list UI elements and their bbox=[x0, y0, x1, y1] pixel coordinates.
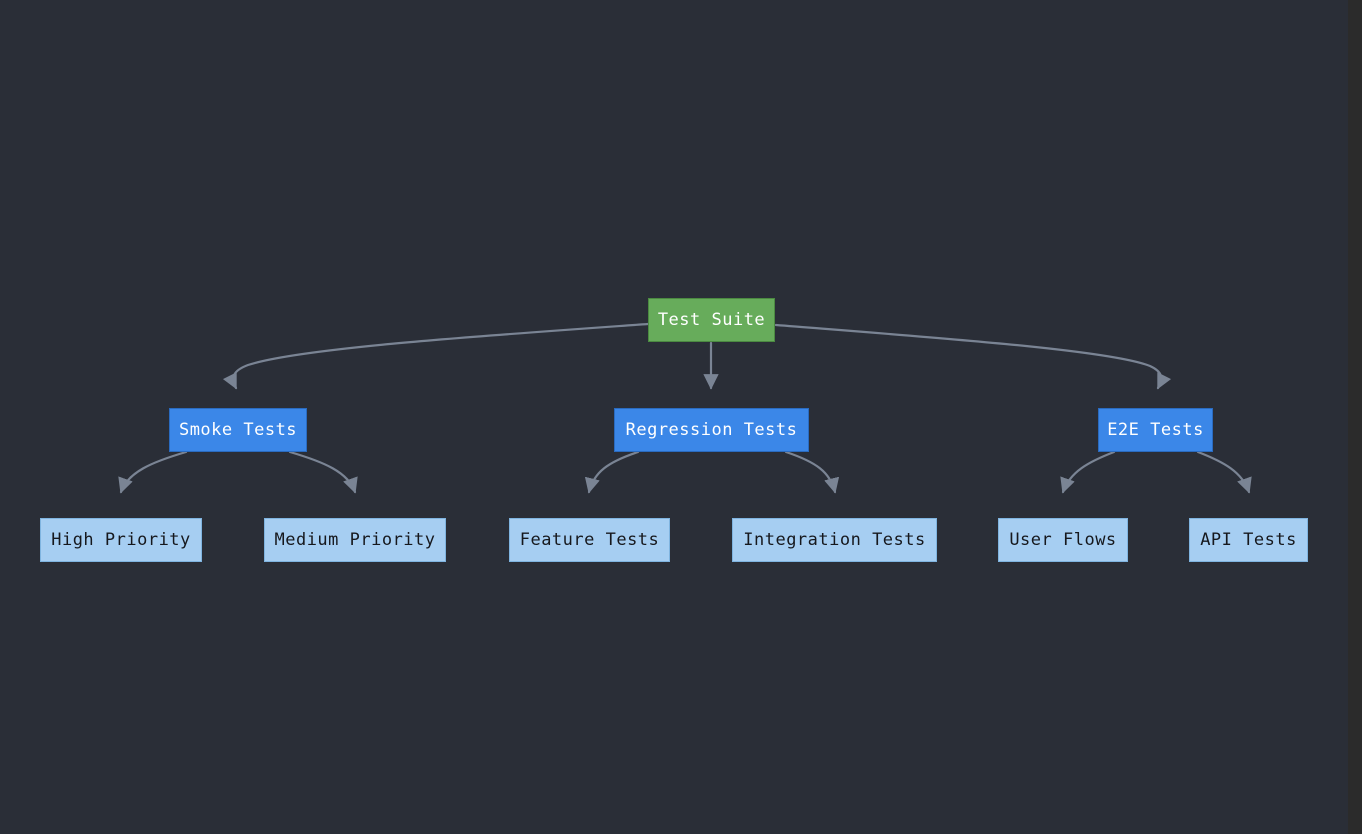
node-label: Integration Tests bbox=[743, 529, 926, 550]
node-label: E2E Tests bbox=[1107, 419, 1204, 440]
node-regression-tests[interactable]: Regression Tests bbox=[614, 408, 809, 452]
edge-regression-tests-feature-tests bbox=[584, 450, 640, 494]
node-medium-priority[interactable]: Medium Priority bbox=[264, 518, 446, 562]
node-feature-tests[interactable]: Feature Tests bbox=[509, 518, 670, 562]
node-label: Smoke Tests bbox=[178, 419, 298, 440]
node-e2e-tests[interactable]: E2E Tests bbox=[1098, 408, 1213, 452]
diagram-canvas: Test Suite Smoke Tests Regression Tests … bbox=[0, 0, 1362, 834]
node-label: User Flows bbox=[1009, 529, 1117, 550]
node-api-tests[interactable]: API Tests bbox=[1189, 518, 1308, 562]
node-label: Medium Priority bbox=[274, 529, 436, 550]
edge-test-suite-smoke-tests bbox=[222, 322, 650, 390]
node-label: API Tests bbox=[1200, 529, 1297, 550]
node-test-suite[interactable]: Test Suite bbox=[648, 298, 775, 342]
edge-regression-tests-integration-tests bbox=[784, 450, 840, 494]
edge-test-suite-e2e-tests bbox=[774, 323, 1172, 390]
node-high-priority[interactable]: High Priority bbox=[40, 518, 202, 562]
edge-e2e-tests-api-tests bbox=[1196, 450, 1252, 494]
node-label: Test Suite bbox=[657, 309, 766, 330]
node-integration-tests[interactable]: Integration Tests bbox=[732, 518, 937, 562]
edge-smoke-tests-high-priority bbox=[118, 450, 188, 494]
node-label: High Priority bbox=[51, 529, 191, 550]
node-user-flows[interactable]: User Flows bbox=[998, 518, 1128, 562]
node-label: Feature Tests bbox=[519, 529, 660, 550]
right-edge-gutter bbox=[1348, 0, 1362, 834]
node-smoke-tests[interactable]: Smoke Tests bbox=[169, 408, 307, 452]
edge-smoke-tests-medium-priority bbox=[288, 450, 358, 494]
node-label: Regression Tests bbox=[625, 419, 798, 440]
edge-e2e-tests-user-flows bbox=[1060, 450, 1116, 494]
